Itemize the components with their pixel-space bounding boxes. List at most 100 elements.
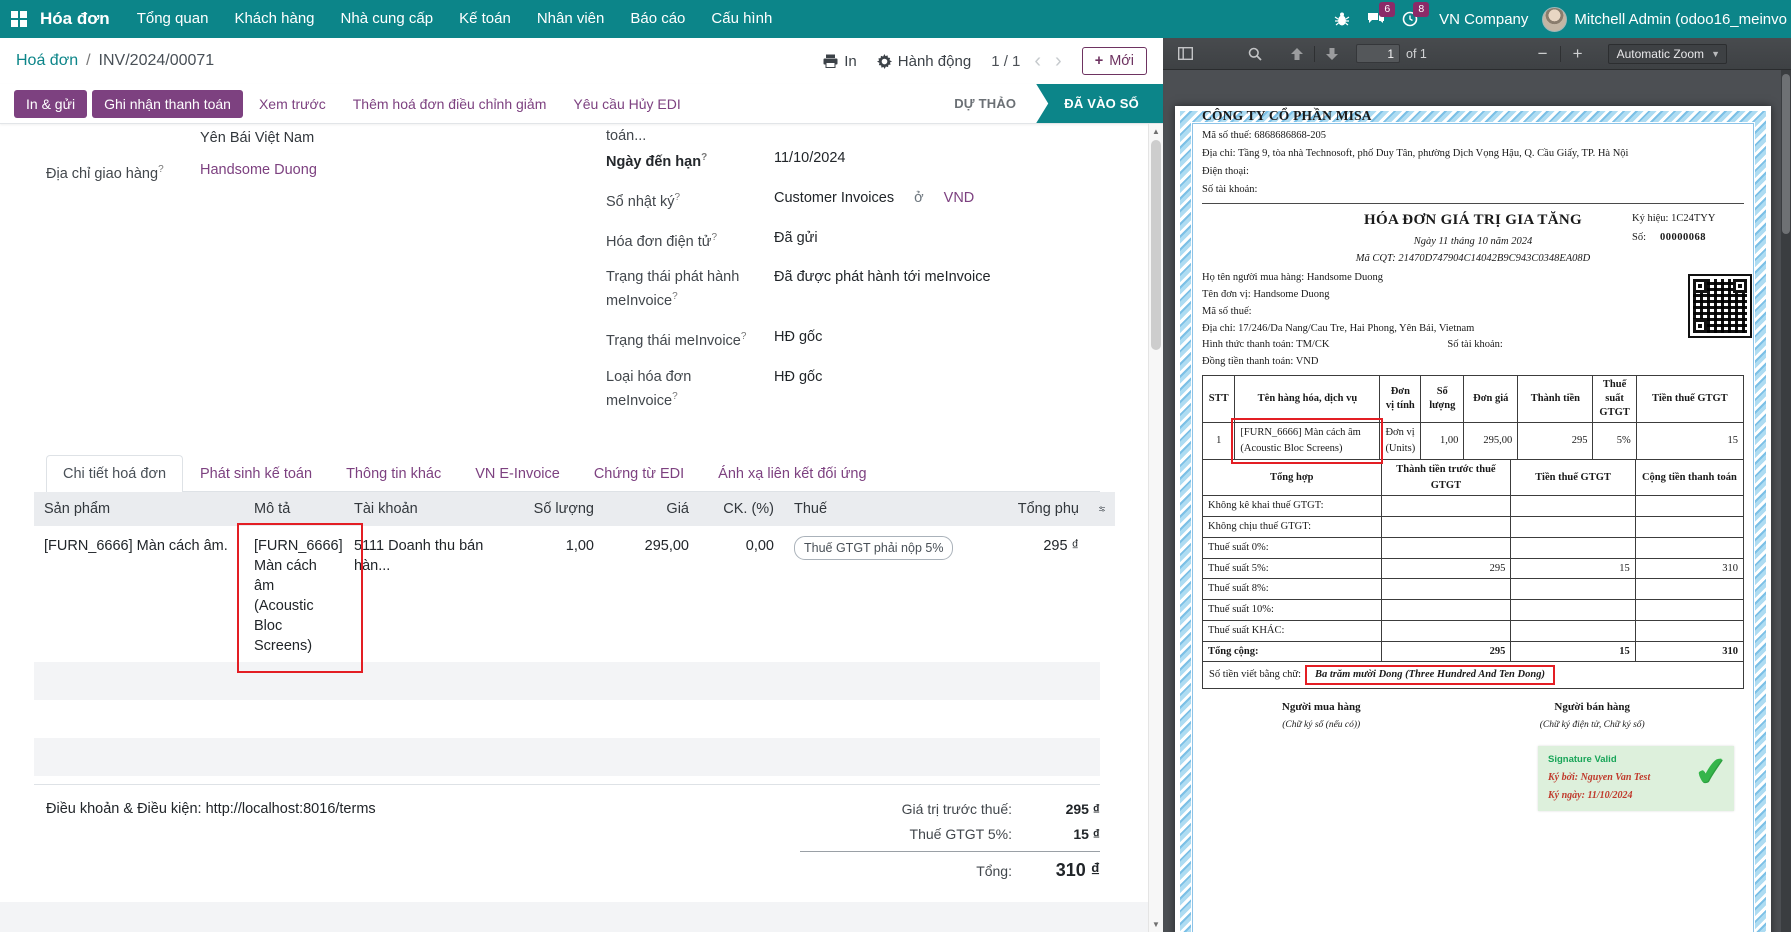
delivery-address-value[interactable]: Handsome Duong <box>200 162 317 178</box>
empty-row-stripe <box>34 662 1100 700</box>
send-print-button[interactable]: In & gửi <box>14 90 87 118</box>
edi-value: Đã gửi <box>774 228 818 252</box>
pager-next-icon[interactable]: › <box>1055 51 1062 71</box>
pdf-sum-col-label: Tổng hợp <box>1203 459 1382 496</box>
menu-overview[interactable]: Tổng quan <box>124 0 222 38</box>
tab-vn-einvoice[interactable]: VN E-Invoice <box>458 455 577 492</box>
col-description[interactable]: Mô tả <box>244 492 344 526</box>
pdf-scrollbar[interactable] <box>1781 70 1791 932</box>
currency-link[interactable]: VND <box>944 190 975 206</box>
stage-draft[interactable]: DỰ THẢO <box>934 84 1036 123</box>
line-discount: 0,00 <box>699 526 784 662</box>
tab-invoice-lines[interactable]: Chi tiết hoá đơn <box>46 455 183 492</box>
seller-signature-title: Người bán hàng <box>1440 699 1744 716</box>
terms-and-conditions[interactable]: Điều khoản & Điều kiện: http://localhost… <box>34 801 376 890</box>
pager-value: 1 / 1 <box>991 53 1020 70</box>
menu-configuration[interactable]: Cấu hình <box>698 0 785 38</box>
pdf-col-name: Tên hàng hóa, dịch vụ <box>1235 375 1380 423</box>
journal-label: Sổ nhật ký? <box>606 188 774 212</box>
scroll-up-icon[interactable]: ▲ <box>1149 124 1163 139</box>
line-taxes: Thuế GTGT phải nộp 5% <box>784 526 969 662</box>
buyer-signature-subtitle: (Chữ ký số (nếu có)) <box>1202 718 1440 732</box>
col-options[interactable] <box>1089 492 1115 526</box>
page-number-input[interactable] <box>1356 44 1400 63</box>
stage-posted[interactable]: ĐÃ VÀO SỔ <box>1036 84 1163 123</box>
tab-counterpart-mapping[interactable]: Ánh xạ liên kết đối ứng <box>701 455 883 492</box>
tax-total-value: 15 ₫ <box>1012 826 1100 842</box>
edi-label: Hóa đơn điện tử? <box>606 228 774 252</box>
debug-bug-icon[interactable] <box>1325 0 1359 38</box>
grand-total-label: Tổng: <box>976 863 1012 879</box>
action-menu-button[interactable]: Hành động <box>877 53 971 70</box>
pdf-sum-col-tax: Tiền thuế GTGT <box>1511 459 1635 496</box>
pdf-line-unit: Đơn vị (Units) <box>1380 423 1421 460</box>
col-price[interactable]: Giá <box>604 492 699 526</box>
credit-note-button[interactable]: Thêm hoá đơn điều chỉnh giảm <box>342 90 558 118</box>
invoice-pdf-page: CÔNG TY CỔ PHẦN MISA Mã số thuế: 6868686… <box>1175 106 1771 932</box>
next-page-button[interactable] <box>1318 41 1346 67</box>
new-record-button[interactable]: + Mới <box>1082 47 1147 75</box>
company-switcher[interactable]: VN Company <box>1439 11 1528 28</box>
invoice-lines-table: Sản phẩm Mô tả Tài khoản Số lượng Giá CK… <box>34 492 1115 662</box>
bug-icon <box>1334 11 1350 27</box>
zoom-out-button[interactable]: − <box>1529 41 1557 67</box>
tab-other-info[interactable]: Thông tin khác <box>329 455 458 492</box>
form-scrollbar[interactable]: ▲ ▼ <box>1148 124 1163 932</box>
tax-badge: Thuế GTGT phải nộp 5% <box>794 536 953 560</box>
pdf-summary-row: Thuế suất 10%: <box>1203 600 1744 621</box>
page-count-label: of 1 <box>1406 47 1427 61</box>
previous-page-button[interactable] <box>1283 41 1311 67</box>
journal-name[interactable]: Customer Invoices <box>774 190 894 206</box>
register-payment-button[interactable]: Ghi nhận thanh toán <box>92 90 243 118</box>
sidebar-toggle-button[interactable] <box>1171 41 1199 67</box>
odoo-window: Hóa đơn Tổng quan Khách hàng Nhà cung cấ… <box>0 0 1791 932</box>
scrollbar-thumb[interactable] <box>1151 140 1161 350</box>
pdf-summary-row: Không chịu thuế GTGT: <box>1203 517 1744 538</box>
activities-button[interactable]: 8 <box>1393 0 1427 38</box>
pager-previous-icon[interactable]: ‹ <box>1034 51 1041 71</box>
user-menu[interactable]: Mitchell Admin (odoo16_meinvo <box>1574 11 1787 28</box>
breadcrumb-invoices-link[interactable]: Hoá đơn <box>16 52 78 70</box>
app-name[interactable]: Hóa đơn <box>40 9 110 29</box>
menu-vendors[interactable]: Nhà cung cấp <box>328 0 447 38</box>
col-subtotal[interactable]: Tổng phụ <box>969 492 1089 526</box>
pdf-sum-col-total: Cộng tiền thanh toán <box>1635 459 1743 496</box>
scroll-down-icon[interactable]: ▼ <box>1149 917 1163 932</box>
pdf-summary-row: Thuế suất 0%: <box>1203 537 1744 558</box>
tab-journal-items[interactable]: Phát sinh kế toán <box>183 455 329 492</box>
zoom-level-select[interactable]: Automatic Zoom ▼ <box>1608 44 1727 64</box>
messages-button[interactable]: 6 <box>1359 0 1393 38</box>
invoice-line-row[interactable]: [FURN_6666] Màn cách âm. [FURN_6666] Màn… <box>34 526 1115 662</box>
col-product[interactable]: Sản phẩm <box>34 492 244 526</box>
pdf-col-price: Đơn giá <box>1464 375 1518 423</box>
tab-edi-documents[interactable]: Chứng từ EDI <box>577 455 701 492</box>
pdf-sum-col-untaxed: Thành tiền trước thuế GTGT <box>1381 459 1511 496</box>
pdf-col-taxrate: Thuế suất GTGT <box>1593 375 1636 423</box>
menu-accounting[interactable]: Kế toán <box>446 0 524 38</box>
seller-bank: Số tài khoản: <box>1202 182 1744 198</box>
user-avatar[interactable] <box>1542 7 1567 32</box>
invoice-serial: Ký hiệu: 1C24TYY <box>1632 211 1750 227</box>
invoice-title: HÓA ĐƠN GIÁ TRỊ GIA TĂNG <box>1312 209 1634 232</box>
seller-signature-subtitle: (Chữ ký điện tử, Chữ ký số) <box>1440 718 1744 732</box>
print-button[interactable]: In <box>823 53 857 70</box>
optional-columns-icon <box>1099 503 1105 515</box>
tax-total-label: Thuế GTGT 5%: <box>910 826 1012 842</box>
pdf-toolbar: of 1 − + Automatic Zoom ▼ <box>1163 38 1791 70</box>
apps-menu-icon[interactable] <box>0 0 38 38</box>
zoom-in-button[interactable]: + <box>1564 41 1592 67</box>
cancel-edi-button[interactable]: Yêu cầu Hủy EDI <box>562 90 691 118</box>
buyer-tax-code: Mã số thuế: <box>1202 304 1660 320</box>
find-button[interactable] <box>1241 41 1269 67</box>
menu-customers[interactable]: Khách hàng <box>221 0 327 38</box>
col-discount[interactable]: CK. (%) <box>699 492 784 526</box>
preview-button[interactable]: Xem trước <box>248 90 337 118</box>
menu-reporting[interactable]: Báo cáo <box>617 0 698 38</box>
pdf-scrollbar-thumb[interactable] <box>1782 74 1790 234</box>
menu-employees[interactable]: Nhân viên <box>524 0 618 38</box>
due-date-value[interactable]: 11/10/2024 <box>774 148 846 172</box>
col-quantity[interactable]: Số lượng <box>509 492 604 526</box>
meinvoice-publish-status-value: Đã được phát hành tới meInvoice <box>774 267 991 311</box>
col-taxes[interactable]: Thuế <box>784 492 969 526</box>
col-account[interactable]: Tài khoản <box>344 492 509 526</box>
